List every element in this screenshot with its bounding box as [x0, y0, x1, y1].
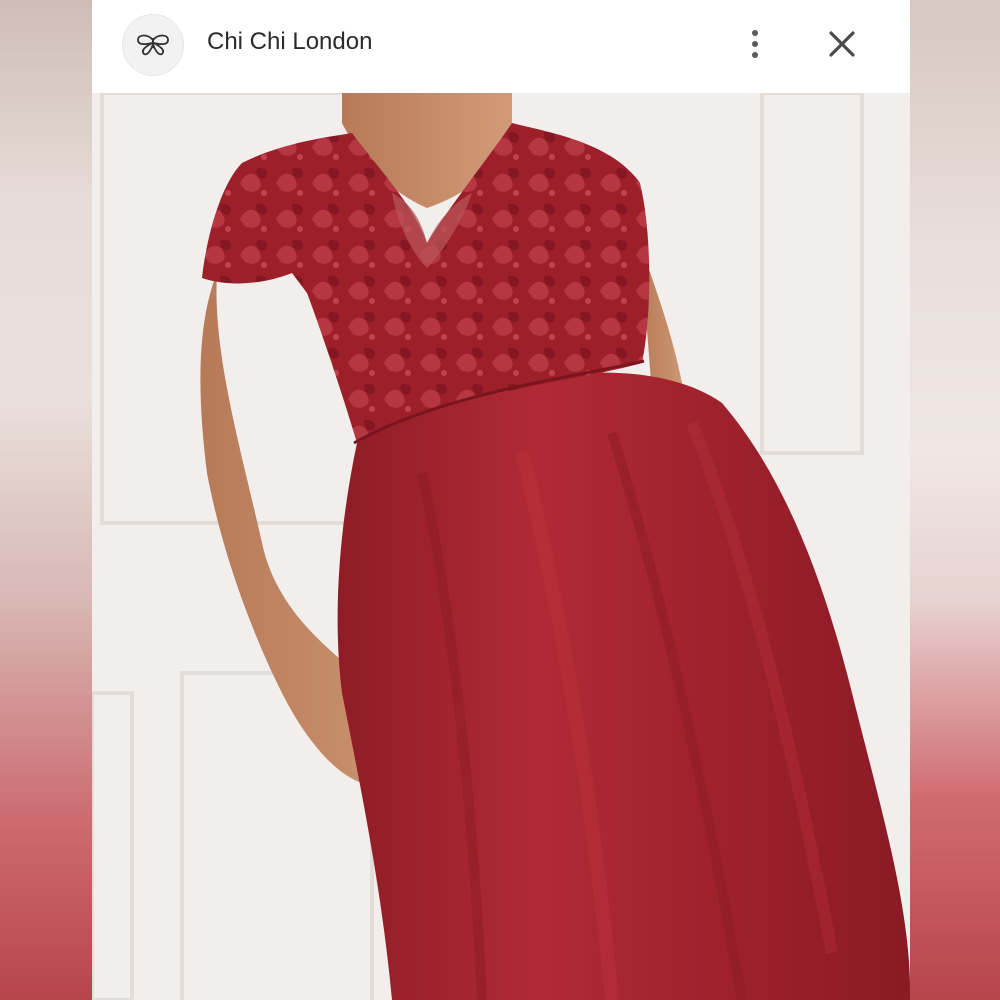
butterfly-logo-icon [137, 34, 169, 56]
menu-dot [752, 52, 758, 58]
menu-dot [752, 41, 758, 47]
blurred-backdrop-left [0, 0, 92, 1000]
dress-illustration [92, 93, 910, 1000]
more-vertical-icon[interactable] [740, 26, 770, 62]
profile-avatar[interactable] [122, 14, 184, 76]
account-name[interactable]: Chi Chi London [207, 28, 372, 56]
close-icon[interactable] [822, 24, 862, 64]
story-card: Chi Chi London [92, 0, 910, 1000]
blurred-backdrop-right [910, 0, 1000, 1000]
product-photo [92, 93, 910, 1000]
story-header: Chi Chi London [92, 0, 910, 93]
menu-dot [752, 30, 758, 36]
